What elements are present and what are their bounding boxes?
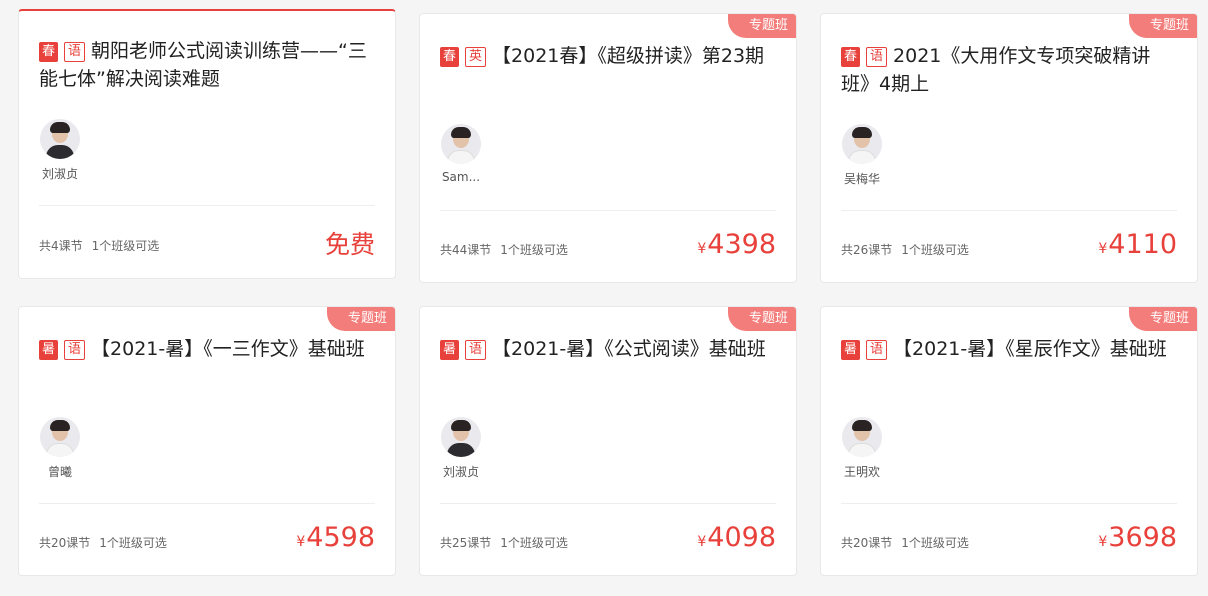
season-tag: 暑 bbox=[39, 340, 59, 360]
avatar bbox=[441, 124, 481, 164]
course-title[interactable]: 春语 2021《大用作文专项突破精讲班》4期上 bbox=[841, 42, 1177, 98]
class-options: 1个班级可选 bbox=[99, 536, 167, 550]
subject-tag: 语 bbox=[64, 42, 86, 62]
course-card[interactable]: 专题班 春英【2021春】《超级拼读》第23期 Sam... 共44课节 1个班级… bbox=[419, 13, 797, 283]
season-tag: 春 bbox=[39, 42, 59, 62]
price-value: 4110 bbox=[1108, 229, 1177, 260]
lesson-count: 共20课节 bbox=[39, 536, 91, 550]
avatar bbox=[842, 417, 882, 457]
course-title[interactable]: 暑语【2021-暑】《一三作文》基础班 bbox=[39, 335, 375, 363]
course-card[interactable]: 专题班 暑语【2021-暑】《星辰作文》基础班 王明欢 共20课节 1个班级可选 … bbox=[820, 306, 1198, 576]
price-value: 4398 bbox=[707, 229, 776, 260]
divider bbox=[841, 503, 1177, 504]
class-options: 1个班级可选 bbox=[91, 239, 160, 253]
course-price: ¥3698 bbox=[1098, 523, 1177, 557]
class-options: 1个班级可选 bbox=[901, 243, 969, 257]
teacher-name: 王明欢 bbox=[843, 465, 880, 479]
course-meta: 共26课节 1个班级可选 bbox=[841, 241, 969, 258]
currency-symbol: ¥ bbox=[1098, 241, 1108, 257]
divider bbox=[440, 210, 776, 211]
course-card[interactable]: 春语朝阳老师公式阅读训练营——“三能七体”解决阅读难题 刘淑贞 共4课节 1个班级… bbox=[18, 9, 396, 279]
course-card[interactable]: 专题班 春语 2021《大用作文专项突破精讲班》4期上 吴梅华 共26课节 1个班级… bbox=[820, 13, 1198, 283]
course-title-text: 【2021-暑】《星辰作文》基础班 bbox=[893, 338, 1167, 360]
class-options: 1个班级可选 bbox=[500, 536, 568, 550]
teacher-name: 吴梅华 bbox=[843, 172, 880, 186]
course-title-text: 【2021-暑】《公式阅读》基础班 bbox=[492, 338, 766, 360]
topic-class-badge: 专题班 bbox=[728, 14, 796, 38]
course-meta: 共25课节 1个班级可选 bbox=[440, 534, 568, 551]
course-card[interactable]: 专题班 暑语【2021-暑】《公式阅读》基础班 刘淑贞 共25课节 1个班级可选 … bbox=[419, 306, 797, 576]
subject-tag: 语 bbox=[866, 47, 888, 67]
course-title[interactable]: 暑语【2021-暑】《星辰作文》基础班 bbox=[841, 335, 1177, 363]
course-title-text: 朝阳老师公式阅读训练营——“三能七体”解决阅读难题 bbox=[39, 40, 367, 90]
course-title[interactable]: 春语朝阳老师公式阅读训练营——“三能七体”解决阅读难题 bbox=[39, 37, 375, 93]
course-grid: 春语朝阳老师公式阅读训练营——“三能七体”解决阅读难题 刘淑贞 共4课节 1个班级… bbox=[0, 0, 1208, 596]
teacher-name: 曾曦 bbox=[47, 465, 72, 479]
currency-symbol: ¥ bbox=[1098, 534, 1108, 550]
lesson-count: 共20课节 bbox=[841, 536, 893, 550]
course-price: ¥4598 bbox=[296, 523, 375, 557]
course-price: ¥4398 bbox=[697, 230, 776, 264]
topic-class-badge: 专题班 bbox=[1129, 14, 1197, 38]
season-tag: 暑 bbox=[841, 340, 861, 360]
avatar bbox=[40, 417, 80, 457]
avatar bbox=[40, 119, 80, 159]
course-title-text: 【2021春】《超级拼读》第23期 bbox=[492, 45, 765, 67]
divider bbox=[440, 503, 776, 504]
teacher[interactable]: 王明欢 bbox=[841, 417, 883, 480]
subject-tag: 英 bbox=[465, 47, 487, 67]
teacher[interactable]: 刘淑贞 bbox=[39, 119, 81, 182]
currency-symbol: ¥ bbox=[296, 534, 306, 550]
currency-symbol: ¥ bbox=[697, 241, 707, 257]
course-card[interactable]: 专题班 暑语【2021-暑】《一三作文》基础班 曾曦 共20课节 1个班级可选 ¥… bbox=[18, 306, 396, 576]
price-value: 4598 bbox=[306, 522, 375, 553]
price-value: 3698 bbox=[1108, 522, 1177, 553]
course-meta: 共20课节 1个班级可选 bbox=[841, 534, 969, 551]
currency-symbol: ¥ bbox=[697, 534, 707, 550]
season-tag: 暑 bbox=[440, 340, 460, 360]
price-value: 4098 bbox=[707, 522, 776, 553]
course-title[interactable]: 暑语【2021-暑】《公式阅读》基础班 bbox=[440, 335, 776, 363]
avatar bbox=[842, 124, 882, 164]
divider bbox=[39, 503, 375, 504]
teacher-name: Sam... bbox=[441, 170, 481, 184]
teacher[interactable]: 吴梅华 bbox=[841, 124, 883, 187]
course-price: 免费 bbox=[324, 230, 375, 259]
course-title-text: 2021《大用作文专项突破精讲班》4期上 bbox=[841, 45, 1151, 95]
subject-tag: 语 bbox=[866, 340, 888, 360]
class-options: 1个班级可选 bbox=[901, 536, 969, 550]
lesson-count: 共25课节 bbox=[440, 536, 492, 550]
lesson-count: 共44课节 bbox=[440, 243, 492, 257]
topic-class-badge: 专题班 bbox=[1129, 307, 1197, 331]
course-price: ¥4110 bbox=[1098, 230, 1177, 264]
divider bbox=[39, 205, 375, 206]
course-meta: 共44课节 1个班级可选 bbox=[440, 241, 568, 258]
lesson-count: 共26课节 bbox=[841, 243, 893, 257]
topic-class-badge: 专题班 bbox=[327, 307, 395, 331]
class-options: 1个班级可选 bbox=[500, 243, 568, 257]
course-meta: 共20课节 1个班级可选 bbox=[39, 534, 167, 551]
season-tag: 春 bbox=[440, 47, 460, 67]
topic-class-badge: 专题班 bbox=[728, 307, 796, 331]
teacher-name: 刘淑贞 bbox=[41, 167, 78, 181]
teacher[interactable]: 刘淑贞 bbox=[440, 417, 482, 480]
course-title-text: 【2021-暑】《一三作文》基础班 bbox=[91, 338, 365, 360]
teacher-name: 刘淑贞 bbox=[442, 465, 479, 479]
season-tag: 春 bbox=[841, 47, 861, 67]
subject-tag: 语 bbox=[64, 340, 86, 360]
teacher[interactable]: 曾曦 bbox=[39, 417, 81, 480]
subject-tag: 语 bbox=[465, 340, 487, 360]
course-price: ¥4098 bbox=[697, 523, 776, 557]
teacher[interactable]: Sam... bbox=[440, 124, 482, 184]
course-title[interactable]: 春英【2021春】《超级拼读》第23期 bbox=[440, 42, 776, 70]
course-meta: 共4课节 1个班级可选 bbox=[39, 237, 159, 254]
avatar bbox=[441, 417, 481, 457]
lesson-count: 共4课节 bbox=[39, 239, 83, 253]
divider bbox=[841, 210, 1177, 211]
